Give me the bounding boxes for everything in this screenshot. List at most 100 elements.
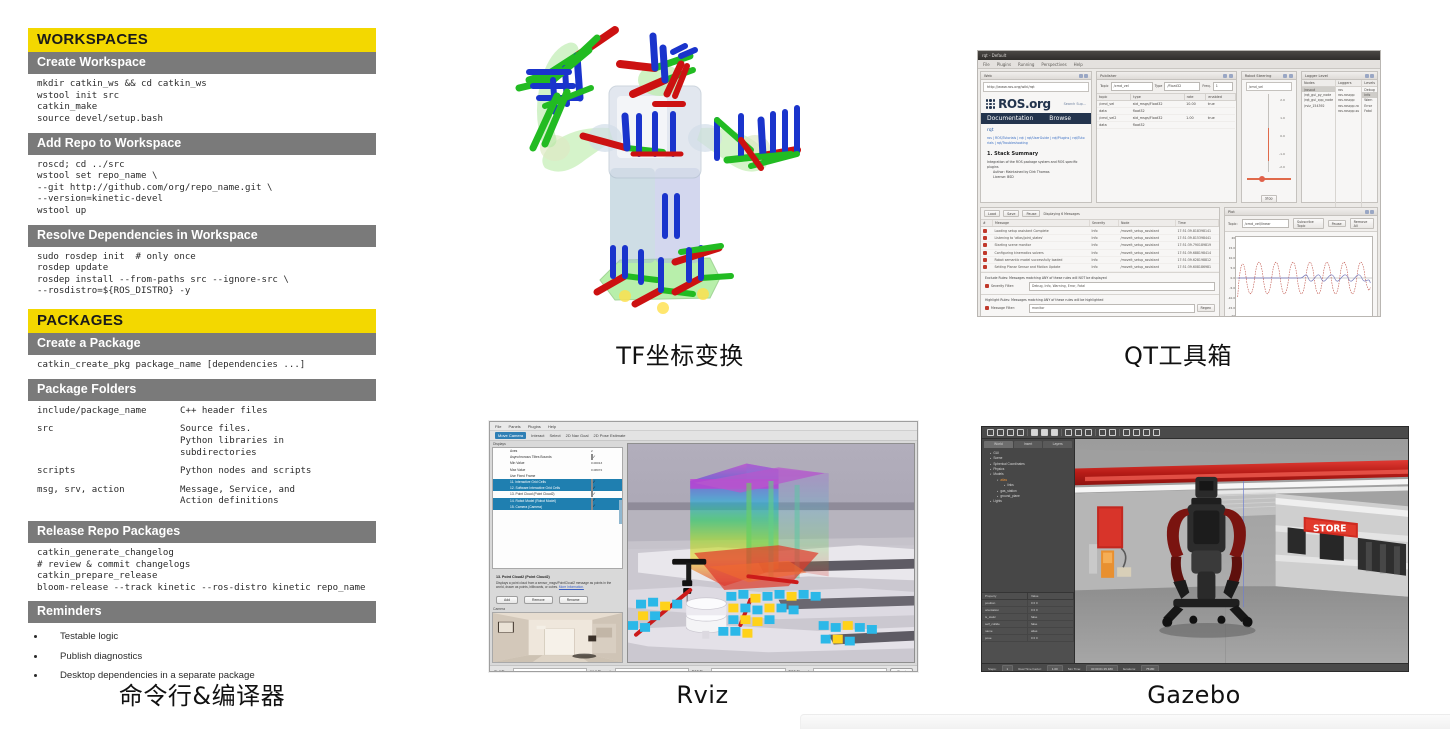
table-row[interactable]: self_collide false <box>982 621 1074 628</box>
close-icon[interactable] <box>1084 73 1089 78</box>
menu-plugins[interactable]: Plugins <box>997 62 1011 67</box>
logger-loggers-column[interactable]: Loggers ros ros.roscpp ros.roscpp ros.ro… <box>1336 80 1363 210</box>
stop-button[interactable]: Stop <box>1261 195 1277 203</box>
tool-interact[interactable]: Interact <box>531 433 544 438</box>
table-row[interactable]: Loading setup assistant Complete Info /m… <box>981 226 1219 235</box>
displays-buttons[interactable]: Add Remove Rename <box>490 592 625 606</box>
panel-window-buttons[interactable] <box>1223 73 1233 78</box>
float-icon[interactable] <box>1283 73 1288 78</box>
panel-window-buttons[interactable] <box>1364 209 1374 214</box>
table-row[interactable]: pose 0 0 0 <box>982 635 1074 642</box>
type-select[interactable]: /Float32 <box>1164 82 1201 91</box>
page-title-link[interactable]: rqt <box>987 128 1085 133</box>
table-row[interactable]: data float32 <box>1097 121 1236 129</box>
spot-light-icon[interactable] <box>1075 429 1082 436</box>
table-row[interactable]: orientation 0 0 0 <box>982 607 1074 614</box>
close-icon[interactable] <box>1228 73 1233 78</box>
float-icon[interactable] <box>1364 209 1369 214</box>
gazebo-left-panel[interactable]: World Insert Layers ▸ GUI ▸ Scene ▸ Spheric… <box>982 439 1075 663</box>
list-item[interactable]: /rqt_gui_cpp_node <box>1302 98 1335 103</box>
tab-insert[interactable]: Insert <box>1013 441 1043 448</box>
gazebo-3d-viewport[interactable]: STORE <box>1075 439 1408 663</box>
list-item[interactable]: /rqt_gui_py_node <box>1302 92 1335 97</box>
rqt-window[interactable]: rqt - Default File Plugins Running Persp… <box>977 50 1381 317</box>
angular-velocity-slider[interactable] <box>1246 174 1291 183</box>
list-item[interactable]: /rviz_154392 <box>1302 103 1335 108</box>
rviz-window[interactable]: File Panels Plugins Help Move Camera Int… <box>489 421 918 672</box>
table-row[interactable]: Listening to 'atlas/joint_states' Info /… <box>981 234 1219 243</box>
table-row[interactable]: Setting Planar Sensor and Motion Update … <box>981 263 1219 272</box>
topic-select[interactable]: /cmd_vel <box>1110 82 1153 91</box>
menu-file[interactable]: File <box>983 62 990 67</box>
tool-select[interactable]: Select <box>549 433 560 438</box>
checkbox-icon[interactable] <box>591 454 593 461</box>
tab-world[interactable]: World <box>984 441 1013 448</box>
tree-item[interactable]: ▸ Lights <box>986 499 1070 504</box>
tab-layers[interactable]: Layers <box>1043 441 1073 448</box>
point-light-icon[interactable] <box>1065 429 1072 436</box>
rqt-menubar[interactable]: File Plugins Running Perspectives Help <box>978 60 1380 69</box>
ros-search-link[interactable]: Search Sup... <box>1064 102 1086 106</box>
message-filter-row[interactable]: Message Filter: monitor Regex <box>985 303 1215 313</box>
table-row[interactable]: Robot semantic model successfully loaded… <box>981 256 1219 265</box>
displays-tree[interactable]: Axes 2 Asynchronous Tiltes Bounds Min Va… <box>492 447 623 569</box>
table-row[interactable]: name atlas <box>982 628 1074 635</box>
float-icon[interactable] <box>1364 73 1369 78</box>
severity-filter-row[interactable]: Severity Filter: Debug, Info, Warning, E… <box>985 281 1215 291</box>
subscribe-topic-button[interactable]: Subscribe Topic <box>1293 218 1324 230</box>
load-button[interactable]: Load <box>984 210 1001 218</box>
panel-window-buttons[interactable] <box>1283 73 1293 78</box>
nav-documentation[interactable]: Documentation <box>987 115 1033 122</box>
rotate-tool-icon[interactable] <box>1007 429 1014 436</box>
plot-remove-all-button[interactable]: Remove All <box>1349 218 1374 230</box>
float-icon[interactable] <box>1078 73 1083 78</box>
translate-tool-icon[interactable] <box>997 429 1004 436</box>
rqt-logger-panel[interactable]: Logger Level Nodes /rosout /rqt_gui_py_n… <box>1300 71 1378 210</box>
severity-filter-input[interactable]: Debug, Info, Warning, Error, Fatal <box>1029 281 1215 291</box>
select-tool-icon[interactable] <box>987 429 994 436</box>
gazebo-toolbar[interactable] <box>982 427 1408 439</box>
rename-display-button[interactable]: Rename <box>558 595 588 605</box>
plot-toolbar[interactable]: Topic: /cmd_vel/linear Subscribe Topic P… <box>1225 216 1377 233</box>
copy-icon[interactable] <box>1099 429 1106 436</box>
more-information-link[interactable]: More Information. <box>559 585 584 589</box>
sphere-shape-icon[interactable] <box>1041 429 1048 436</box>
freq-input[interactable]: 1 <box>1212 82 1233 91</box>
gazebo-tabs[interactable]: World Insert Layers <box>982 439 1074 448</box>
list-item[interactable]: Fatal <box>1362 109 1377 114</box>
panel-window-buttons[interactable] <box>1078 73 1089 78</box>
nav-browse[interactable]: Browse <box>1049 115 1071 122</box>
rviz-3d-view[interactable] <box>627 443 915 663</box>
menu-help[interactable]: Help <box>548 424 556 429</box>
slider-knob[interactable] <box>1258 175 1265 182</box>
gazebo-property-table[interactable]: Property Value position 0 0 0 orientation… <box>982 592 1074 663</box>
save-button[interactable]: Save <box>1003 210 1020 218</box>
menu-panels[interactable]: Panels <box>508 424 520 429</box>
console-toolbar[interactable]: Load Save Pause Displaying 6 Messages <box>981 208 1219 221</box>
rqt-web-panel[interactable]: Web http://www.ros.org/wiki/rqt ROS.org … <box>980 71 1093 203</box>
redo-icon[interactable] <box>1133 429 1140 436</box>
scale-tool-icon[interactable] <box>1017 429 1024 436</box>
menu-perspectives[interactable]: Perspectives <box>1041 62 1066 67</box>
undo-icon[interactable] <box>1123 429 1130 436</box>
table-row[interactable]: /cmd_vel2 std_msgs/Float32 1.00 true <box>1097 114 1236 122</box>
close-icon[interactable] <box>1370 73 1374 78</box>
plot-pause-button[interactable]: Pause <box>1327 220 1346 228</box>
paste-icon[interactable] <box>1109 429 1116 436</box>
checkbox-icon[interactable] <box>591 503 593 510</box>
rviz-menubar[interactable]: File Panels Plugins Help <box>490 422 917 431</box>
reset-button[interactable]: Reset <box>890 667 913 671</box>
menu-plugins[interactable]: Plugins <box>528 424 541 429</box>
message-filter-input[interactable]: monitor <box>1029 303 1195 313</box>
linear-velocity-slider[interactable]: 2.0 1.0 0.0 -1.0 -2.0 <box>1249 94 1289 172</box>
table-row[interactable]: data float32 <box>1097 107 1236 115</box>
gazebo-world-tree[interactable]: ▸ GUI ▸ Scene ▸ Spherical Coordinates ▸ Phys… <box>982 448 1074 592</box>
rqt-robot-steering-panel[interactable]: Robot Steering /cmd_vel 2.0 1.0 0.0 -1.0… <box>1240 71 1297 203</box>
tool-2d-pose-estimate[interactable]: 2D Pose Estimate <box>594 433 626 438</box>
tool-2d-nav-goal[interactable]: 2D Nav Goal <box>566 433 589 438</box>
list-item[interactable]: ros.roscpp.ro <box>1336 103 1361 108</box>
web-url-input[interactable]: http://www.ros.org/wiki/rqt <box>983 82 1090 92</box>
filter-enabled-icon[interactable] <box>985 306 989 311</box>
rqt-plot-panel[interactable]: Plot Topic: /cmd_vel/linear Subscribe To… <box>1224 207 1378 316</box>
table-row[interactable]: Starting scene monitor Info /moveit_setu… <box>981 241 1219 250</box>
